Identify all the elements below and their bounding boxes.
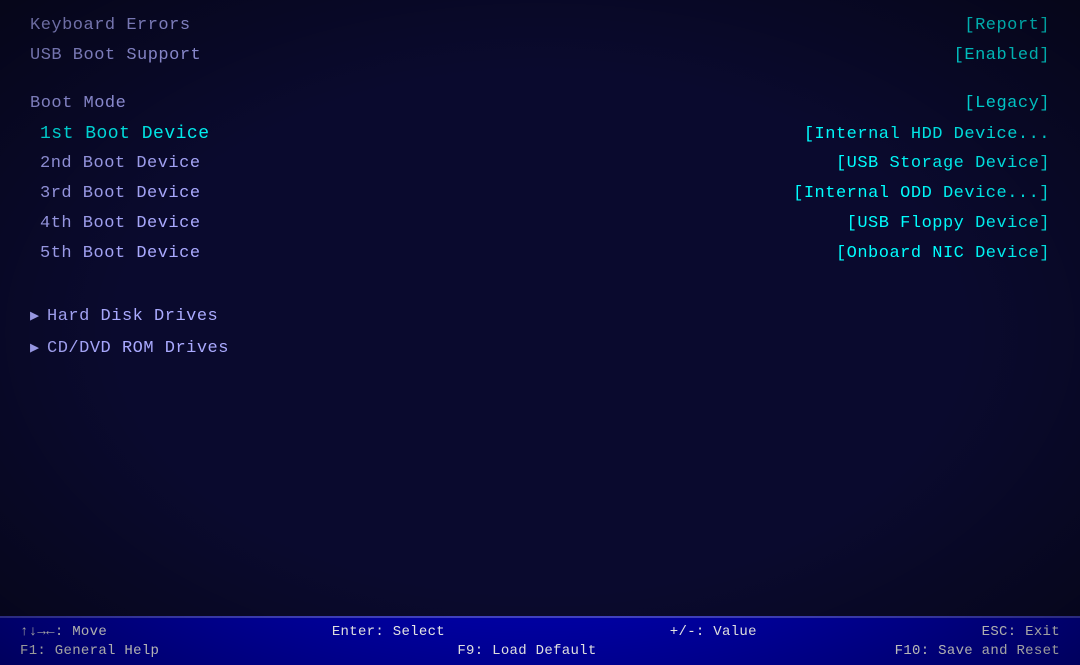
- row-label-5th-boot: 5th Boot Device: [30, 244, 201, 263]
- status-desc: : General Help: [37, 643, 159, 659]
- submenus-section: ▶ Hard Disk Drives ▶ CD/DVD ROM Drives: [30, 306, 1050, 368]
- status-desc: : Value: [696, 624, 757, 640]
- spacer-row: [30, 274, 1050, 292]
- arrow-icon: ▶: [30, 338, 39, 357]
- status-item-F1: F1: General Help: [20, 643, 159, 659]
- status-item-Enter: Enter: Select: [332, 624, 445, 640]
- row-label-4th-boot: 4th Boot Device: [30, 214, 201, 233]
- status-desc: : Exit: [1008, 624, 1060, 640]
- spacer-row: [30, 76, 1050, 94]
- status-key: F10: [895, 643, 921, 659]
- status-key: ESC: [982, 624, 1008, 640]
- row-value-4th-boot: [USB Floppy Device]: [847, 214, 1050, 233]
- row-label-usb-boot-support: USB Boot Support: [30, 46, 201, 65]
- submenu-cddvd[interactable]: ▶ CD/DVD ROM Drives: [30, 338, 1050, 368]
- submenu-label-hdd: Hard Disk Drives: [47, 307, 218, 326]
- status-desc: : Select: [375, 624, 445, 640]
- bios-row-4th-boot[interactable]: 4th Boot Device [USB Floppy Device]: [30, 214, 1050, 242]
- status-key: +/-: [670, 624, 696, 640]
- row-label-boot-mode: Boot Mode: [30, 94, 126, 113]
- row-value-boot-mode: [Legacy]: [964, 94, 1050, 113]
- row-value-keyboard-errors: [Report]: [964, 16, 1050, 35]
- bios-row-usb-boot-support[interactable]: USB Boot Support [Enabled]: [30, 46, 1050, 74]
- row-value-2nd-boot: [USB Storage Device]: [836, 154, 1050, 173]
- status-desc: : Move: [55, 624, 107, 640]
- row-value-5th-boot: [Onboard NIC Device]: [836, 244, 1050, 263]
- status-key: Enter: [332, 624, 376, 640]
- status-item-F9: F9: Load Default: [457, 643, 596, 659]
- bios-row-keyboard-errors[interactable]: Keyboard Errors [Report]: [30, 16, 1050, 44]
- status-bar: ↑↓→←: Move Enter: Select +/-: Value ESC: Ex…: [0, 616, 1080, 665]
- row-label-3rd-boot: 3rd Boot Device: [30, 184, 201, 203]
- bios-row-2nd-boot[interactable]: 2nd Boot Device [USB Storage Device]: [30, 154, 1050, 182]
- status-row-2: F1: General Help F9: Load Default F10: Sav…: [20, 643, 1060, 659]
- row-value-usb-boot-support: [Enabled]: [954, 46, 1050, 65]
- bios-screen: Keyboard Errors [Report] USB Boot Support […: [0, 0, 1080, 665]
- bios-row-5th-boot[interactable]: 5th Boot Device [Onboard NIC Device]: [30, 244, 1050, 272]
- status-key: F1: [20, 643, 37, 659]
- status-item-ESC: ESC: Exit: [982, 624, 1060, 640]
- submenu-label-cddvd: CD/DVD ROM Drives: [47, 339, 229, 358]
- submenu-hdd[interactable]: ▶ Hard Disk Drives: [30, 306, 1050, 336]
- bios-row-boot-mode[interactable]: Boot Mode [Legacy]: [30, 94, 1050, 122]
- status-desc: : Load Default: [475, 643, 597, 659]
- status-item-: ↑↓→←: Move: [20, 624, 107, 640]
- arrow-icon: ▶: [30, 306, 39, 325]
- status-row-1: ↑↓→←: Move Enter: Select +/-: Value ESC: Ex…: [20, 624, 1060, 640]
- status-key: F9: [457, 643, 474, 659]
- row-label-2nd-boot: 2nd Boot Device: [30, 154, 201, 173]
- status-item-: +/-: Value: [670, 624, 757, 640]
- status-item-F10: F10: Save and Reset: [895, 643, 1060, 659]
- bios-table: Keyboard Errors [Report] USB Boot Support […: [30, 16, 1050, 292]
- main-content: Keyboard Errors [Report] USB Boot Support […: [0, 0, 1080, 616]
- row-value-1st-boot: [Internal HDD Device...: [804, 125, 1050, 144]
- row-label-1st-boot: 1st Boot Device: [30, 124, 210, 144]
- bios-row-1st-boot[interactable]: 1st Boot Device [Internal HDD Device...: [30, 124, 1050, 152]
- status-key: ↑↓→←: [20, 624, 55, 640]
- bios-row-3rd-boot[interactable]: 3rd Boot Device [Internal ODD Device...]: [30, 184, 1050, 212]
- status-desc: : Save and Reset: [921, 643, 1060, 659]
- row-label-keyboard-errors: Keyboard Errors: [30, 16, 191, 35]
- row-value-3rd-boot: [Internal ODD Device...]: [793, 184, 1050, 203]
